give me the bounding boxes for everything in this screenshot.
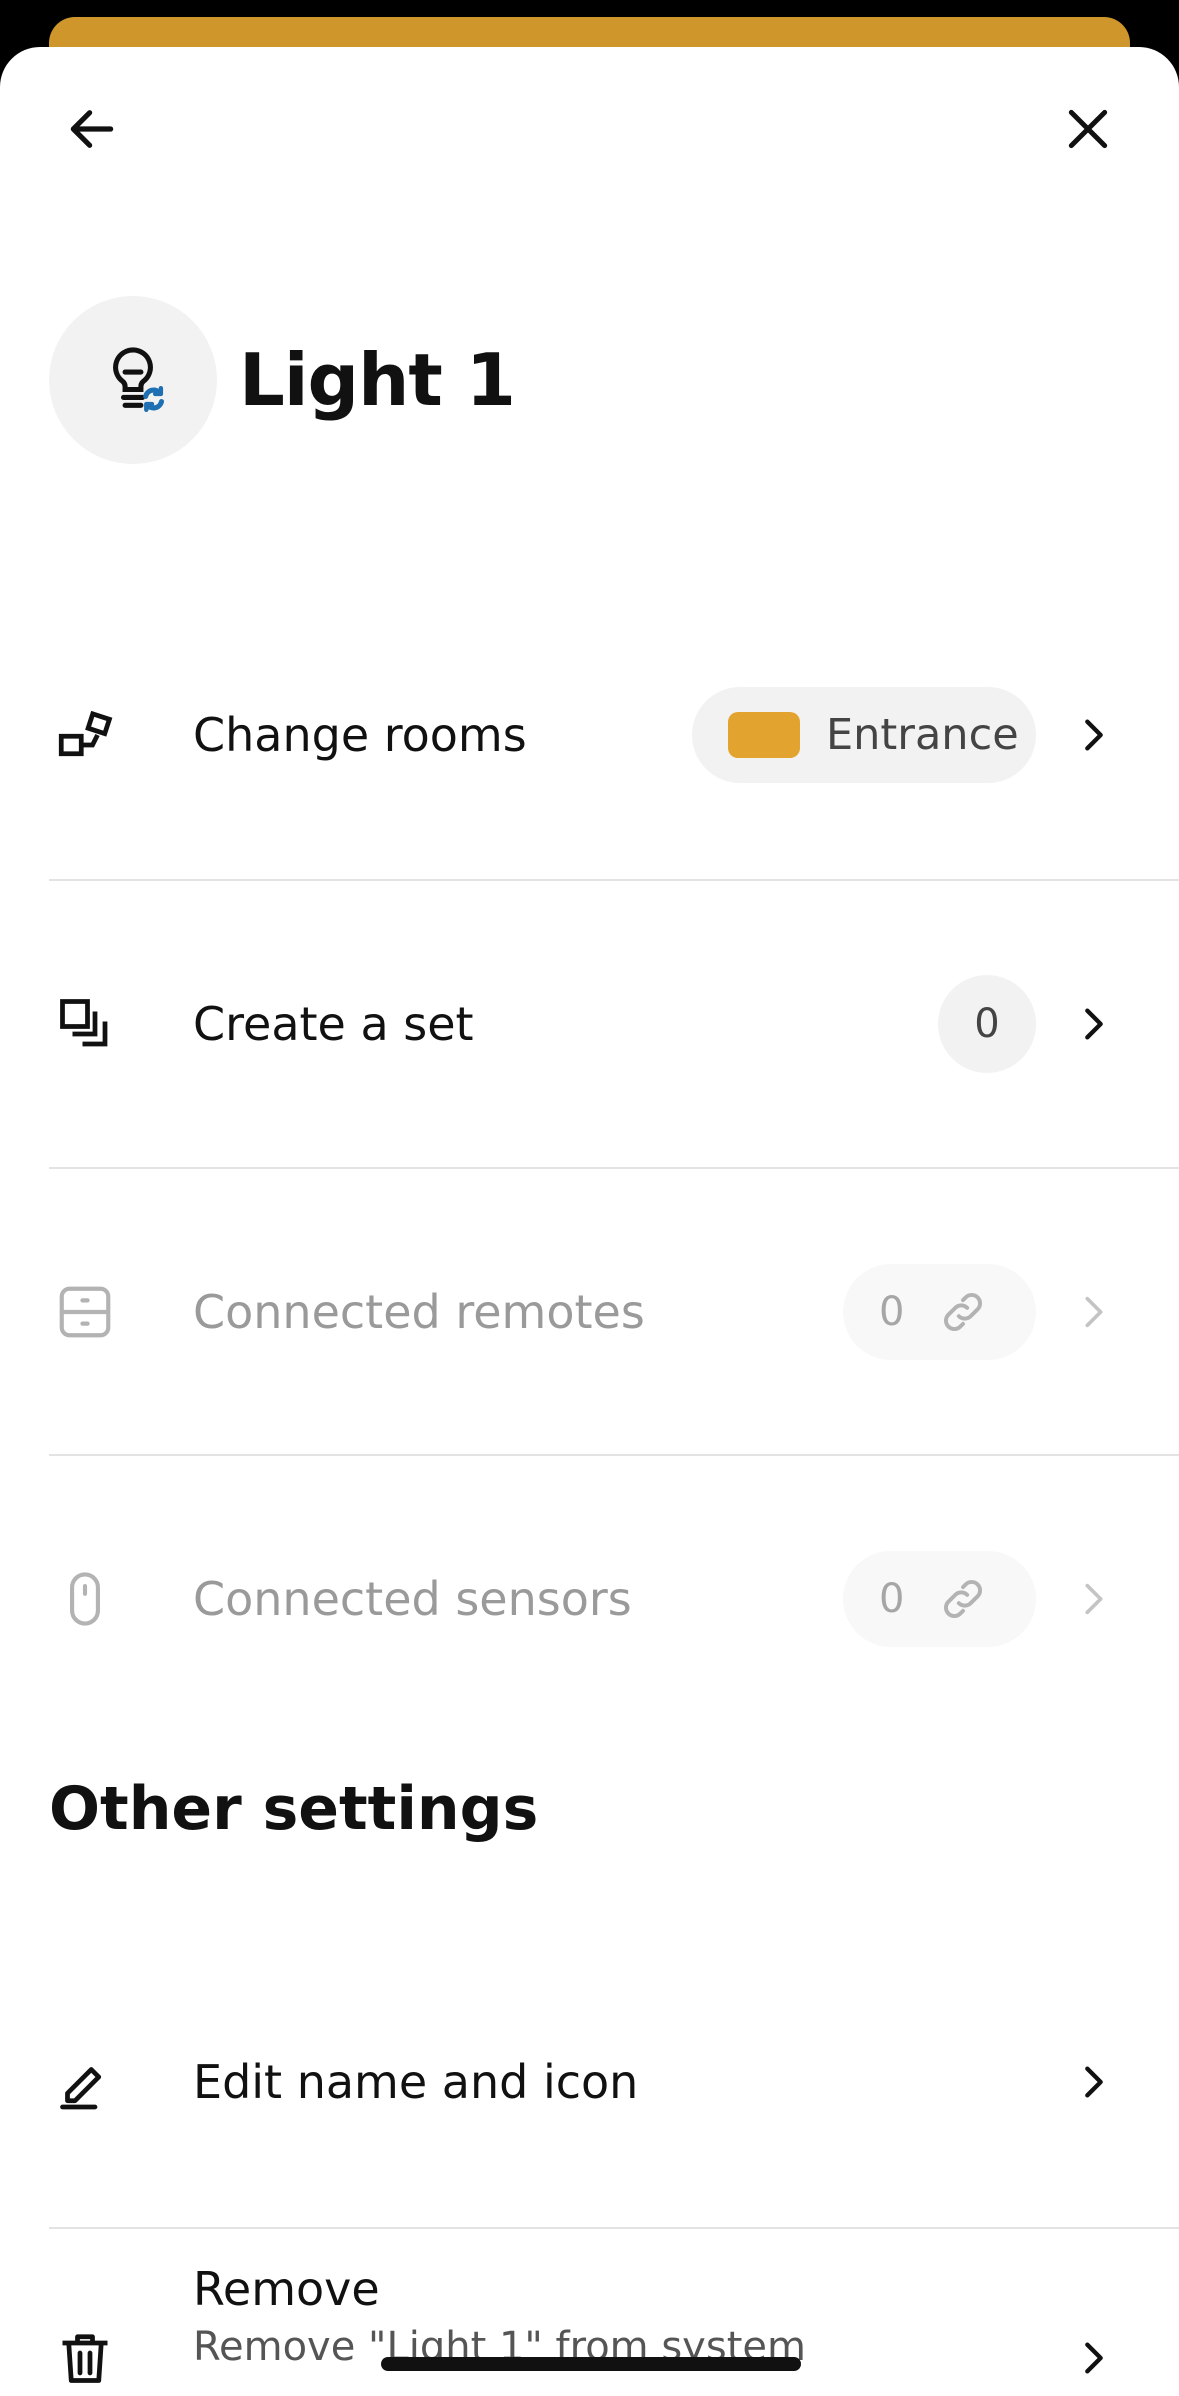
remote-icon <box>50 1277 120 1347</box>
edit-name-icon-label: Edit name and icon <box>193 2055 639 2109</box>
room-badge: Entrance <box>692 687 1036 783</box>
other-settings-heading: Other settings <box>49 1774 539 1844</box>
chevron-right-icon <box>1072 1002 1116 1046</box>
connected-remotes-row[interactable]: Connected remotes 0 <box>0 1168 1179 1456</box>
back-button[interactable] <box>52 89 132 169</box>
rooms-icon <box>50 700 120 770</box>
device-name-title: Light 1 <box>239 338 516 422</box>
connected-remotes-label: Connected remotes <box>193 1285 645 1339</box>
edit-name-icon-row[interactable]: Edit name and icon <box>0 1938 1179 2226</box>
link-icon <box>936 1572 990 1626</box>
remove-label: Remove <box>193 2262 380 2316</box>
pencil-icon <box>50 2047 120 2117</box>
set-count-badge: 0 <box>938 975 1036 1073</box>
arrow-left-icon <box>70 110 114 148</box>
sensors-count-badge: 0 <box>843 1551 1036 1647</box>
bulb-sync-icon <box>113 347 165 412</box>
connected-sensors-label: Connected sensors <box>193 1572 632 1626</box>
link-icon <box>936 1285 990 1339</box>
sync-badge-icon <box>143 386 165 412</box>
chevron-right-icon <box>1072 713 1116 757</box>
chevron-right-icon <box>1072 2060 1116 2104</box>
chevron-right-icon <box>1072 1577 1116 1621</box>
close-icon <box>1068 109 1108 149</box>
sensors-count: 0 <box>879 1576 905 1622</box>
chevron-right-icon <box>1072 2336 1116 2380</box>
change-rooms-label: Change rooms <box>193 708 527 762</box>
connected-sensors-row[interactable]: Connected sensors 0 <box>0 1455 1179 1743</box>
room-name: Entrance <box>826 710 1019 760</box>
remove-text: Remove Remove "Light 1" from system <box>193 2262 806 2370</box>
create-set-label: Create a set <box>193 997 474 1051</box>
device-avatar <box>49 296 217 464</box>
room-color-swatch <box>728 712 800 758</box>
device-settings-sheet: Light 1 Change rooms Entrance Create a s… <box>0 47 1179 2396</box>
change-rooms-row[interactable]: Change rooms Entrance <box>0 591 1179 879</box>
remotes-count: 0 <box>879 1289 905 1335</box>
close-button[interactable] <box>1048 89 1128 169</box>
sensor-icon <box>50 1564 120 1634</box>
home-indicator <box>381 2357 801 2371</box>
create-set-row[interactable]: Create a set 0 <box>0 880 1179 1168</box>
chevron-right-icon <box>1072 1290 1116 1334</box>
device-header: Light 1 <box>49 296 516 464</box>
set-icon <box>50 989 120 1059</box>
trash-icon <box>50 2323 120 2393</box>
remotes-count-badge: 0 <box>843 1264 1036 1360</box>
